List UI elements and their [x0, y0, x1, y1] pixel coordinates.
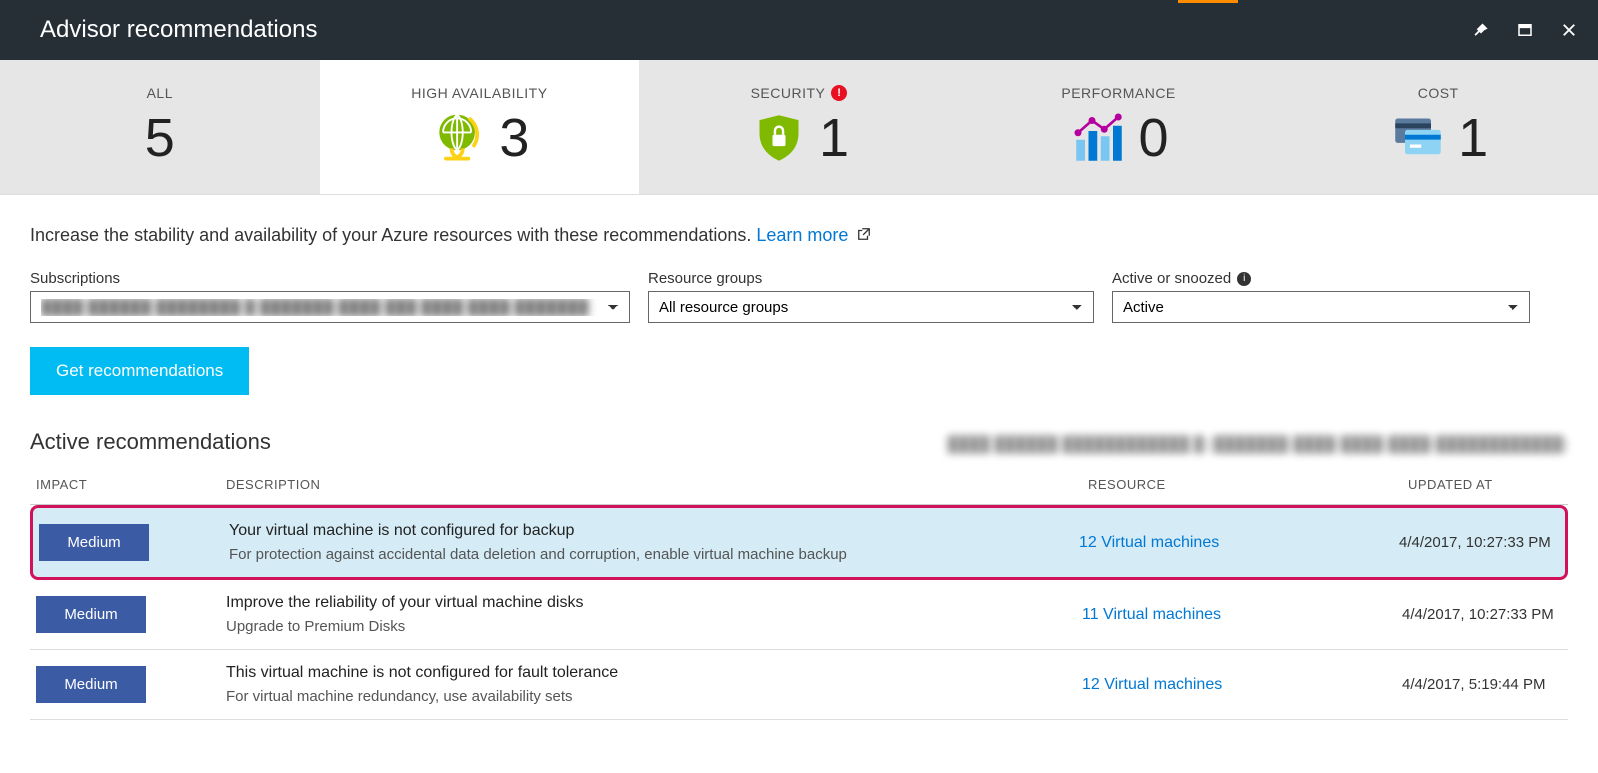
category-tabs: ALL 5 HIGH AVAILABILITY 3 SECURITY ! 1 P…	[0, 60, 1598, 195]
filter-resource-groups: Resource groups All resource groups	[648, 270, 1094, 323]
row-title: Improve the reliability of your virtual …	[226, 594, 1082, 612]
close-icon[interactable]	[1560, 21, 1578, 39]
tab-cost[interactable]: COST 1	[1278, 60, 1598, 194]
intro-sentence: Increase the stability and availability …	[30, 225, 756, 245]
resource-groups-select[interactable]: All resource groups	[648, 291, 1094, 323]
tab-high-availability[interactable]: HIGH AVAILABILITY 3	[320, 60, 640, 194]
pin-icon[interactable]	[1472, 21, 1490, 39]
tab-performance[interactable]: PERFORMANCE 0	[959, 60, 1279, 194]
tab-security-label: SECURITY	[751, 85, 826, 101]
table-row[interactable]: Medium This virtual machine is not confi…	[30, 650, 1568, 720]
tab-cost-label: COST	[1418, 85, 1459, 101]
row-subtitle: For virtual machine redundancy, use avai…	[226, 688, 1082, 705]
get-recommendations-button[interactable]: Get recommendations	[30, 347, 249, 395]
resource-link[interactable]: 11 Virtual machines	[1082, 606, 1221, 623]
intro-text: Increase the stability and availability …	[30, 225, 1568, 246]
resource-link[interactable]: 12 Virtual machines	[1082, 676, 1222, 693]
filter-subscriptions: Subscriptions ████ ██████ ████████ █ ███…	[30, 270, 630, 323]
row-subtitle: For protection against accidental data d…	[229, 546, 1079, 563]
filter-row: Subscriptions ████ ██████ ████████ █ ███…	[30, 270, 1568, 323]
tab-cost-count: 1	[1458, 107, 1488, 169]
main-content: Increase the stability and availability …	[0, 195, 1598, 720]
tab-all-label: ALL	[147, 85, 173, 101]
col-header-description[interactable]: DESCRIPTION	[226, 477, 1088, 492]
row-title: This virtual machine is not configured f…	[226, 664, 1082, 682]
tab-ha-label: HIGH AVAILABILITY	[411, 85, 547, 101]
shield-icon	[749, 108, 809, 168]
tab-perf-label: PERFORMANCE	[1061, 85, 1175, 101]
tab-ha-count: 3	[499, 107, 529, 169]
tab-security-count: 1	[819, 107, 849, 169]
filter-rg-label: Resource groups	[648, 270, 1094, 287]
row-title: Your virtual machine is not configured f…	[229, 522, 1079, 540]
updated-at: 4/4/2017, 5:19:44 PM	[1402, 676, 1545, 693]
filter-subscriptions-label: Subscriptions	[30, 270, 630, 287]
subscriptions-select[interactable]: ████ ██████ ████████ █ ███████ ████ ███ …	[30, 291, 630, 323]
subscription-id-blurred: ████ ██████ ████████████ █ (███████-████…	[947, 436, 1568, 453]
col-header-impact[interactable]: IMPACT	[36, 477, 226, 492]
titlebar-actions	[1472, 21, 1578, 39]
table-row[interactable]: Medium Your virtual machine is not confi…	[30, 505, 1568, 580]
filter-as-label: Active or snoozed	[1112, 270, 1231, 287]
impact-badge: Medium	[36, 666, 146, 703]
active-snoozed-select[interactable]: Active	[1112, 291, 1530, 323]
tab-all-count: 5	[145, 107, 175, 169]
impact-badge: Medium	[36, 596, 146, 633]
globe-icon	[429, 108, 489, 168]
filter-active-snoozed: Active or snoozed i Active	[1112, 270, 1530, 323]
updated-at: 4/4/2017, 10:27:33 PM	[1402, 606, 1554, 623]
titlebar: Advisor recommendations	[0, 0, 1598, 60]
resource-link[interactable]: 12 Virtual machines	[1079, 534, 1219, 551]
row-subtitle: Upgrade to Premium Disks	[226, 618, 1082, 635]
page-title: Advisor recommendations	[40, 16, 317, 44]
maximize-icon[interactable]	[1516, 21, 1534, 39]
col-header-updated[interactable]: UPDATED AT	[1408, 477, 1568, 492]
impact-badge: Medium	[39, 524, 149, 561]
credit-card-icon	[1388, 108, 1448, 168]
updated-at: 4/4/2017, 10:27:33 PM	[1399, 534, 1551, 551]
info-icon[interactable]: i	[1237, 272, 1251, 286]
table-row[interactable]: Medium Improve the reliability of your v…	[30, 580, 1568, 650]
external-link-icon	[857, 227, 871, 241]
tab-security[interactable]: SECURITY ! 1	[639, 60, 959, 194]
tab-perf-count: 0	[1139, 107, 1169, 169]
table-header: IMPACT DESCRIPTION RESOURCE UPDATED AT	[30, 471, 1568, 505]
chart-icon	[1069, 108, 1129, 168]
alert-icon: !	[831, 85, 847, 101]
tab-all[interactable]: ALL 5	[0, 60, 320, 194]
col-header-resource[interactable]: RESOURCE	[1088, 477, 1408, 492]
learn-more-link[interactable]: Learn more	[756, 225, 848, 245]
active-recommendations-heading: Active recommendations	[30, 429, 271, 455]
